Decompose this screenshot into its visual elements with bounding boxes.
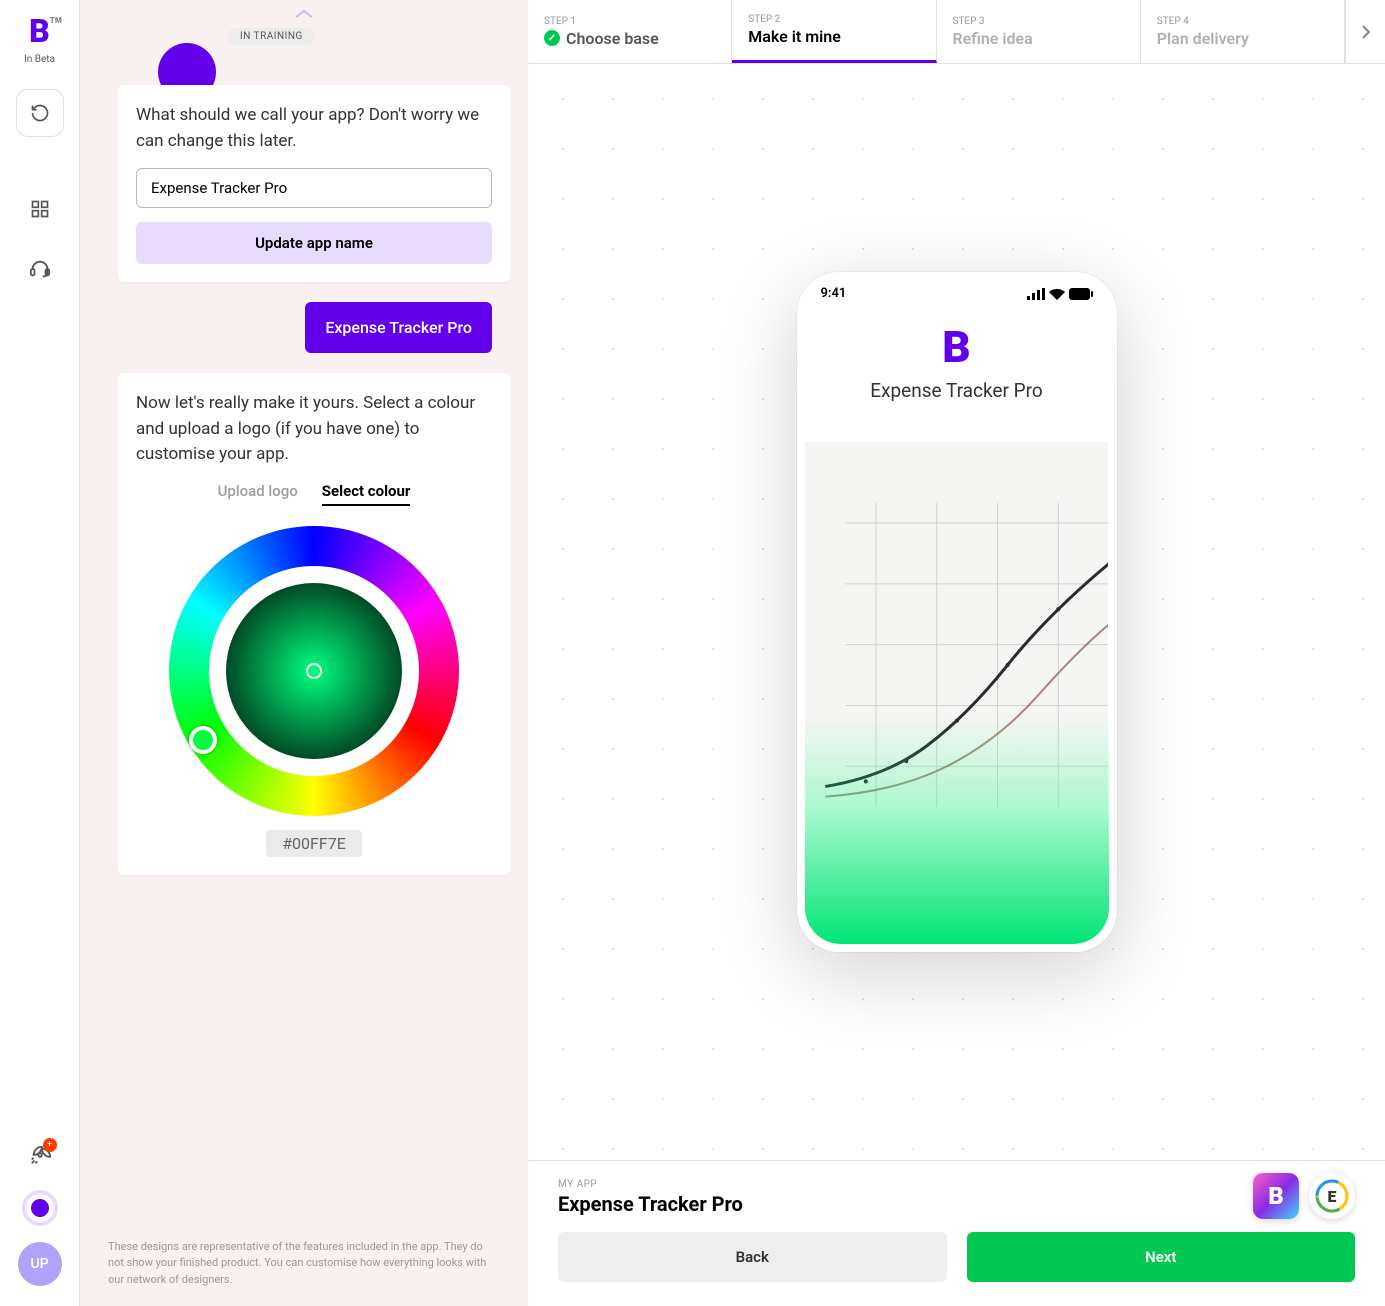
name-app-card: What should we call your app? Don't worr… [118, 85, 510, 282]
training-badge: IN TRAINING [228, 28, 315, 45]
undo-button[interactable] [16, 89, 64, 137]
steps-bar: STEP 1 ✓ Choose base STEP 2 Make it mine… [528, 0, 1385, 64]
hex-value[interactable]: #00FF7E [266, 830, 362, 857]
footer-app-name: Expense Tracker Pro [558, 1192, 1355, 1216]
user-message: Expense Tracker Pro [305, 302, 492, 353]
name-app-prompt: What should we call your app? Don't worr… [136, 103, 492, 154]
rocket-badge: + [43, 1138, 57, 1152]
grid-icon [30, 199, 50, 219]
theme-indicator[interactable] [22, 1190, 58, 1226]
phone-app-name: Expense Tracker Pro [797, 379, 1117, 402]
customise-card: Now let's really make it yours. Select a… [118, 373, 510, 875]
step-title-text: Plan delivery [1157, 29, 1249, 48]
apps-grid-button[interactable] [28, 197, 52, 221]
step-title-text: Choose base [566, 29, 659, 48]
scroll-up-hint[interactable] [98, 4, 510, 24]
saturation-circle[interactable] [226, 583, 402, 759]
footer-bar: B E MY APP Expense Tracker Pro Back Next [528, 1160, 1385, 1306]
partner-logo-icon: E [1315, 1179, 1349, 1213]
chat-panel: IN TRAINING What should we call your app… [80, 0, 528, 1306]
hue-ring[interactable] [169, 526, 459, 816]
launch-button[interactable]: + [29, 1144, 51, 1166]
tab-select-colour[interactable]: Select colour [322, 482, 411, 506]
headset-icon [29, 258, 51, 280]
next-button[interactable]: Next [967, 1232, 1356, 1282]
app-name-input[interactable] [136, 168, 492, 208]
chat-stream: IN TRAINING What should we call your app… [98, 28, 510, 1239]
phone-app-logo: B [797, 325, 1117, 369]
theme-dot [31, 1199, 49, 1217]
step-choose-base[interactable]: STEP 1 ✓ Choose base [528, 0, 732, 63]
footer-label: MY APP [558, 1179, 1355, 1190]
design-disclaimer: These designs are representative of the … [98, 1239, 510, 1306]
partner-logo[interactable]: E [1309, 1173, 1355, 1219]
check-icon: ✓ [544, 30, 560, 46]
phone-gradient-overlay [805, 718, 1109, 944]
phone-status-icons [1027, 288, 1093, 300]
step-title-text: Refine idea [953, 29, 1033, 48]
beta-label: In Beta [24, 54, 55, 65]
signal-icon [1027, 288, 1045, 300]
customise-prompt: Now let's really make it yours. Select a… [136, 391, 492, 468]
step-make-it-mine[interactable]: STEP 2 Make it mine [732, 0, 936, 63]
step-label: STEP 4 [1157, 16, 1328, 27]
phone-status-bar: 9:41 [797, 272, 1117, 307]
brand-mini-logo[interactable]: B [1253, 1173, 1299, 1219]
footer-brand-logos: B E [1253, 1173, 1355, 1219]
step-plan-delivery[interactable]: STEP 4 Plan delivery [1141, 0, 1345, 63]
svg-text:E: E [1328, 1187, 1337, 1206]
brand-logo: BTM [29, 12, 50, 50]
user-avatar[interactable]: UP [18, 1242, 62, 1286]
step-title-text: Make it mine [748, 27, 841, 46]
step-refine-idea[interactable]: STEP 3 Refine idea [937, 0, 1141, 63]
customise-tabs: Upload logo Select colour [136, 482, 492, 506]
battery-icon [1069, 288, 1093, 300]
step-label: STEP 3 [953, 16, 1124, 27]
step-label: STEP 1 [544, 16, 715, 27]
chevron-right-icon [1360, 23, 1372, 41]
preview-canvas: 9:41 B Expense Tracker Pro [528, 64, 1385, 1160]
phone-splash-art [805, 442, 1109, 944]
hue-handle[interactable] [189, 726, 217, 754]
tab-upload-logo[interactable]: Upload logo [218, 482, 298, 506]
steps-next-arrow[interactable] [1345, 0, 1385, 63]
back-button[interactable]: Back [558, 1232, 947, 1282]
update-name-button[interactable]: Update app name [136, 222, 492, 264]
phone-preview: 9:41 B Expense Tracker Pro [797, 272, 1117, 952]
saturation-handle[interactable] [306, 663, 322, 679]
colour-picker: #00FF7E [136, 526, 492, 857]
wifi-icon [1049, 288, 1065, 300]
phone-time: 9:41 [821, 286, 847, 301]
step-label: STEP 2 [748, 14, 919, 25]
undo-icon [30, 103, 50, 123]
support-button[interactable] [28, 257, 52, 281]
main-area: STEP 1 ✓ Choose base STEP 2 Make it mine… [528, 0, 1385, 1306]
left-rail: BTM In Beta + UP [0, 0, 80, 1306]
chevron-up-icon [292, 8, 316, 20]
